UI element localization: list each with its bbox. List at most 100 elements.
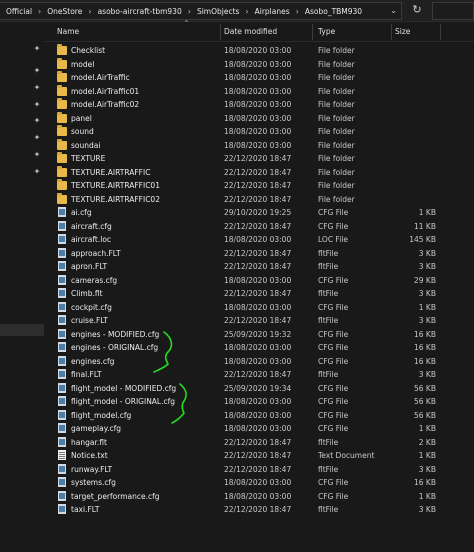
file-size: 16 KB [414,343,436,352]
search-input[interactable] [432,2,474,20]
file-type: File folder [318,181,355,190]
file-type: File folder [318,59,355,69]
file-date: 18/08/2020 03:00 [224,113,292,123]
file-row[interactable]: cockpit.cfg 18/08/2020 03:00 CFG File 1 KB [44,301,474,315]
file-row[interactable]: flight_model - ORIGINAL.cfg 18/08/2020 03… [44,395,474,409]
file-row[interactable]: Notice.txt 22/12/2020 18:47 Text Document 1… [44,449,474,463]
chevron-right-icon[interactable]: › [38,7,41,16]
file-size: 3 KB [418,370,436,379]
folder-row[interactable]: model.AirTraffic01 18/08/2020 03:00 File f… [44,84,474,99]
folder-row[interactable]: soundai 18/08/2020 03:00 File folder [44,138,474,153]
breadcrumb-item-package[interactable]: asobo-aircraft-tbm930 › [98,7,197,16]
file-type: CFG File [318,383,349,393]
file-type: File folder [318,154,355,163]
breadcrumb-item-current[interactable]: Asobo_TBM930 [305,7,362,16]
file-row[interactable]: approach.FLT 22/12/2020 18:47 fltFile 3 KB [44,247,474,261]
folder-row[interactable]: TEXTURE 22/12/2020 18:47 File folder [44,152,474,166]
file-type: fltFile [318,370,339,379]
file-date: 25/09/2020 19:32 [224,329,292,339]
file-row[interactable]: flight_model - MODIFIED.cfg 25/09/2020 19… [44,382,474,396]
folder-row[interactable]: Checklist 18/08/2020 03:00 File folder [44,44,474,58]
file-row[interactable]: systems.cfg 18/08/2020 03:00 CFG File 16 KB [44,476,474,490]
file-row[interactable]: final.FLT 22/12/2020 18:47 fltFile 3 KB [44,368,474,382]
file-size: 56 KB [414,397,436,406]
breadcrumb[interactable]: Official › OneStore › asobo-aircraft-tbm93… [0,2,402,20]
file-row[interactable]: gameplay.cfg 18/08/2020 03:00 CFG File 1 KB [44,422,474,436]
file-size: 145 KB [409,235,436,244]
file-type: CFG File [318,343,349,352]
folder-row[interactable]: model.AirTraffic02 18/08/2020 03:00 File f… [44,98,474,112]
file-type: CFG File [318,478,349,487]
file-icon [58,409,66,420]
file-row[interactable]: taxi.FLT 22/12/2020 18:47 fltFile 3 KB [44,503,474,517]
pin-icon[interactable]: ✦ [33,133,41,143]
column-size[interactable]: Size [382,22,442,42]
file-date: 22/12/2020 18:47 [224,451,292,460]
file-date: 22/12/2020 18:47 [224,464,292,474]
chevron-right-icon[interactable]: › [245,7,248,16]
column-divider[interactable] [440,24,441,40]
file-type: File folder [318,140,355,150]
breadcrumb-label: SimObjects [196,6,240,16]
breadcrumb-item-simobjects[interactable]: SimObjects › [197,7,255,16]
file-row[interactable]: engines.cfg 18/08/2020 03:00 CFG File 16 KB [44,355,474,369]
file-date: 18/08/2020 03:00 [224,343,292,352]
pin-icon[interactable]: ✦ [33,100,41,110]
file-row[interactable]: cruise.FLT 22/12/2020 18:47 fltFile 3 KB [44,314,474,328]
breadcrumb-item-onestore[interactable]: OneStore › [47,7,97,16]
file-size: 3 KB [418,289,436,298]
chevron-right-icon[interactable]: › [188,7,191,16]
file-name: hangar.flt [71,437,107,447]
file-row[interactable]: runway.FLT 22/12/2020 18:47 fltFile 3 KB [44,463,474,477]
pin-icon[interactable]: ✦ [33,83,41,93]
file-row[interactable]: Climb.flt 22/12/2020 18:47 fltFile 3 KB [44,287,474,301]
chevron-right-icon[interactable]: › [88,7,91,16]
file-row[interactable]: hangar.flt 22/12/2020 18:47 fltFile 2 KB [44,436,474,450]
file-row[interactable]: flight_model.cfg 18/08/2020 03:00 CFG File… [44,409,474,423]
breadcrumb-item-airplanes[interactable]: Airplanes › [255,7,305,16]
chevron-down-icon[interactable]: ⌄ [390,6,397,15]
file-size: 3 KB [418,505,436,514]
column-name[interactable]: Name [44,22,219,42]
breadcrumb-label: OneStore [47,6,83,16]
file-name: cruise.FLT [71,316,108,325]
refresh-icon[interactable]: ↻ [410,3,424,17]
pin-icon[interactable]: ✦ [33,116,41,126]
file-date: 18/08/2020 03:00 [224,397,292,406]
file-row[interactable]: engines - MODIFIED.cfg 25/09/2020 19:32 CF… [44,328,474,342]
chevron-right-icon[interactable]: › [296,7,299,16]
file-row[interactable]: engines - ORIGINAL.cfg 18/08/2020 03:00 CF… [44,341,474,355]
file-row[interactable]: target_performance.cfg 18/08/2020 03:00 CF… [44,490,474,504]
breadcrumb-item-official[interactable]: Official › [6,7,47,16]
folder-row[interactable]: panel 18/08/2020 03:00 File folder [44,111,474,126]
folder-row[interactable]: TEXTURE.AIRTRAFFIC 22/12/2020 18:47 File f… [44,165,474,180]
file-row[interactable]: ai.cfg 29/10/2020 19:25 CFG File 1 KB [44,206,474,220]
file-date: 18/08/2020 03:00 [224,73,292,82]
folder-row[interactable]: model.AirTraffic 18/08/2020 03:00 File fol… [44,71,474,85]
column-type[interactable]: Type [305,22,385,42]
file-row[interactable]: aircraft.loc 18/08/2020 03:00 LOC File 145 … [44,233,474,247]
folder-row[interactable]: TEXTURE.AIRTRAFFIC02 22/12/2020 18:47 File… [44,192,474,207]
file-name: systems.cfg [71,478,116,487]
folder-row[interactable]: TEXTURE.AIRTRAFFIC01 22/12/2020 18:47 File… [44,179,474,193]
file-row[interactable]: aircraft.cfg 22/12/2020 18:47 CFG File 11 K… [44,220,474,234]
nav-item-selected[interactable] [0,324,44,336]
pin-icon[interactable]: ✦ [33,167,41,177]
file-name: TEXTURE.AIRTRAFFIC01 [71,181,160,190]
file-type: File folder [318,113,355,123]
file-date: 18/08/2020 03:00 [224,86,292,96]
file-type: fltFile [318,464,339,474]
pin-icon[interactable]: ✦ [33,66,41,76]
file-icon [58,234,66,244]
column-date[interactable]: Date modified [211,22,305,42]
file-row[interactable]: cameras.cfg 18/08/2020 03:00 CFG File 29 KB [44,274,474,288]
file-name: flight_model - ORIGINAL.cfg [71,397,176,406]
file-type: File folder [318,194,355,204]
folder-row[interactable]: sound 18/08/2020 03:00 File folder [44,125,474,139]
file-name: approach.FLT [71,248,121,258]
pin-icon[interactable]: ✦ [33,150,41,160]
folder-row[interactable]: model 18/08/2020 03:00 File folder [44,57,474,72]
file-name: ai.cfg [71,208,92,217]
file-row[interactable]: apron.FLT 22/12/2020 18:47 fltFile 3 KB [44,260,474,274]
pin-icon[interactable]: ✦ [33,44,41,54]
